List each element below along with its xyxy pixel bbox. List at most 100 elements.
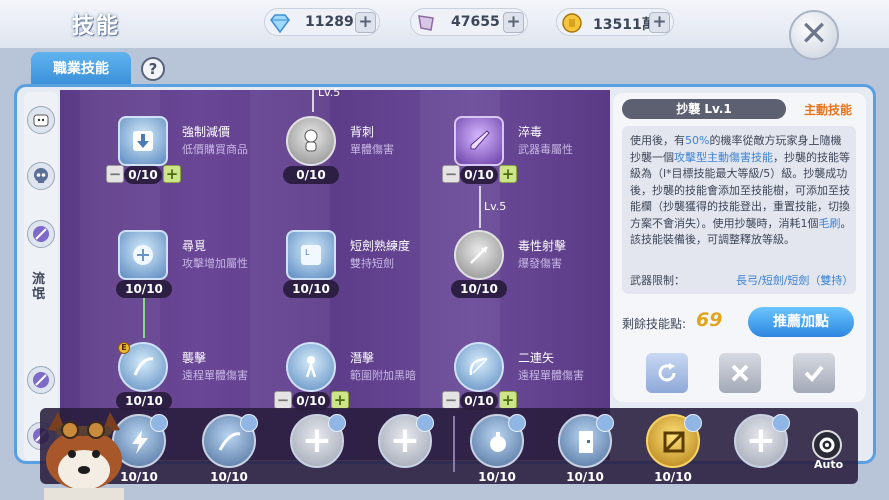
skill-name: 淬毒: [518, 125, 543, 139]
bow-icon[interactable]: [27, 366, 55, 394]
level-up-button[interactable]: +: [499, 165, 517, 183]
skill-desc: 遠程單體傷害: [518, 369, 584, 382]
hotbar-slot-level: 10/10: [566, 470, 604, 484]
diamond-value: 11289: [305, 14, 354, 30]
help-button[interactable]: ?: [141, 57, 165, 81]
zeny-value: 13511萬: [593, 17, 656, 33]
skill-force-sale[interactable]: [118, 116, 168, 166]
desc-highlight: 毛刷: [818, 216, 841, 230]
skill-name: 背刺: [350, 125, 375, 139]
dagger-icon[interactable]: [27, 220, 55, 248]
requirement-label: Lv.5: [484, 200, 507, 213]
skill-level: 10/10: [116, 280, 172, 298]
page-title: 技能: [72, 14, 121, 39]
tab-job-skill[interactable]: 職業技能: [31, 52, 131, 86]
currency-diamond: 11289 +: [264, 8, 380, 36]
swap-icon[interactable]: [772, 414, 790, 432]
skill-desc: 單體傷害: [350, 143, 394, 156]
swap-icon[interactable]: [150, 414, 168, 432]
slash-icon: [218, 432, 241, 451]
runner-icon: [305, 356, 317, 378]
skill-dagger-mastery[interactable]: L: [286, 230, 336, 280]
skill-backstab[interactable]: [286, 116, 336, 166]
hotbar-divider: [453, 416, 455, 472]
desc-highlight: 攻擊型主動傷害技能: [674, 150, 773, 164]
hotbar-slot-level: 10/10: [210, 470, 248, 484]
swap-icon[interactable]: [328, 414, 346, 432]
swap-icon[interactable]: [508, 414, 526, 432]
currency-zeny: 13511萬 +: [556, 8, 674, 36]
skill-level: 0/10: [124, 166, 162, 184]
skill-name: 強制減價: [182, 125, 231, 139]
reset-icon: [658, 363, 676, 382]
skill-poison-shot[interactable]: [454, 230, 504, 280]
skill-plagiarism[interactable]: [118, 230, 168, 280]
character-icon: [304, 129, 318, 152]
close-button[interactable]: ✕: [789, 10, 839, 60]
slash-icon: [133, 357, 154, 376]
door-icon: [579, 431, 593, 453]
skill-double-arrow[interactable]: [454, 342, 504, 392]
skill-name: 襲擊: [182, 351, 207, 365]
skill-desc: 攻擊增加屬性: [182, 257, 248, 270]
add-zeny-button[interactable]: +: [649, 12, 670, 33]
reset-button[interactable]: [646, 353, 688, 393]
poring-icon[interactable]: [27, 106, 55, 134]
tree-connector: [143, 296, 145, 338]
copy-icon: [663, 431, 685, 453]
add-crystal-button[interactable]: +: [503, 12, 524, 33]
level-down-button[interactable]: −: [442, 165, 460, 183]
skill-level: 0/10: [460, 166, 498, 184]
add-diamond-button[interactable]: +: [355, 12, 376, 33]
level-down-button[interactable]: −: [442, 391, 460, 409]
skill-desc: 遠程單體傷害: [182, 369, 248, 382]
skull-icon[interactable]: [27, 162, 55, 190]
level-down-button[interactable]: −: [274, 391, 292, 409]
recommend-points-button[interactable]: 推薦加點: [748, 307, 854, 337]
hotbar-slot-level: 10/10: [654, 470, 692, 484]
skill-level: 10/10: [283, 280, 339, 298]
bow-arrow-icon: [469, 357, 488, 376]
skill-points-label: 剩餘技能點:: [622, 317, 687, 331]
cancel-button[interactable]: [719, 353, 761, 393]
tree-connector: [312, 90, 314, 112]
crystal-value: 47655: [451, 14, 500, 30]
skill-envenom[interactable]: [454, 116, 504, 166]
skill-name: 短劍熟練度: [350, 239, 411, 253]
class-label: 流氓: [32, 272, 46, 302]
crystal-icon: [415, 12, 437, 34]
fist-icon: [133, 245, 153, 265]
skill-name: 毒性射擊: [518, 239, 567, 253]
level-up-button[interactable]: +: [163, 165, 181, 183]
confirm-icon: [804, 365, 824, 382]
skill-detail-title: 抄襲 Lv.1: [622, 99, 786, 119]
skill-desc: 爆發傷害: [518, 257, 562, 270]
swap-icon[interactable]: [240, 414, 258, 432]
level-up-button[interactable]: +: [499, 391, 517, 409]
swap-icon[interactable]: [596, 414, 614, 432]
level-up-button[interactable]: +: [331, 391, 349, 409]
arrow-icon: [470, 246, 488, 264]
equipped-badge-icon: E: [118, 342, 130, 354]
book-icon: L: [301, 245, 321, 265]
skill-desc: 雙持短劍: [350, 257, 394, 270]
skill-level: 0/10: [283, 166, 339, 184]
level-down-button[interactable]: −: [106, 165, 124, 183]
skill-description: 使用後，有50%的機率從敵方玩家身上隨機抄襲一個攻擊型主動傷害技能，抄襲的技能等…: [630, 133, 852, 249]
skill-name: 尋覓: [182, 239, 207, 253]
desc-part: 使用後，有: [630, 134, 685, 147]
auto-button[interactable]: [812, 430, 842, 460]
swap-icon[interactable]: [684, 414, 702, 432]
desc-highlight: 50%: [685, 134, 710, 147]
skill-sneak[interactable]: [286, 342, 336, 392]
skill-name: 潛擊: [350, 351, 375, 365]
diamond-icon: [269, 12, 291, 34]
skill-type-label: 主動技能: [804, 103, 853, 117]
swap-icon[interactable]: [416, 414, 434, 432]
confirm-button[interactable]: [793, 353, 835, 393]
tree-connector: [479, 186, 481, 228]
currency-crystal: 47655 +: [410, 8, 528, 36]
svg-text:L: L: [305, 248, 310, 257]
gear-icon: [819, 437, 835, 453]
coin-icon: [561, 12, 583, 34]
